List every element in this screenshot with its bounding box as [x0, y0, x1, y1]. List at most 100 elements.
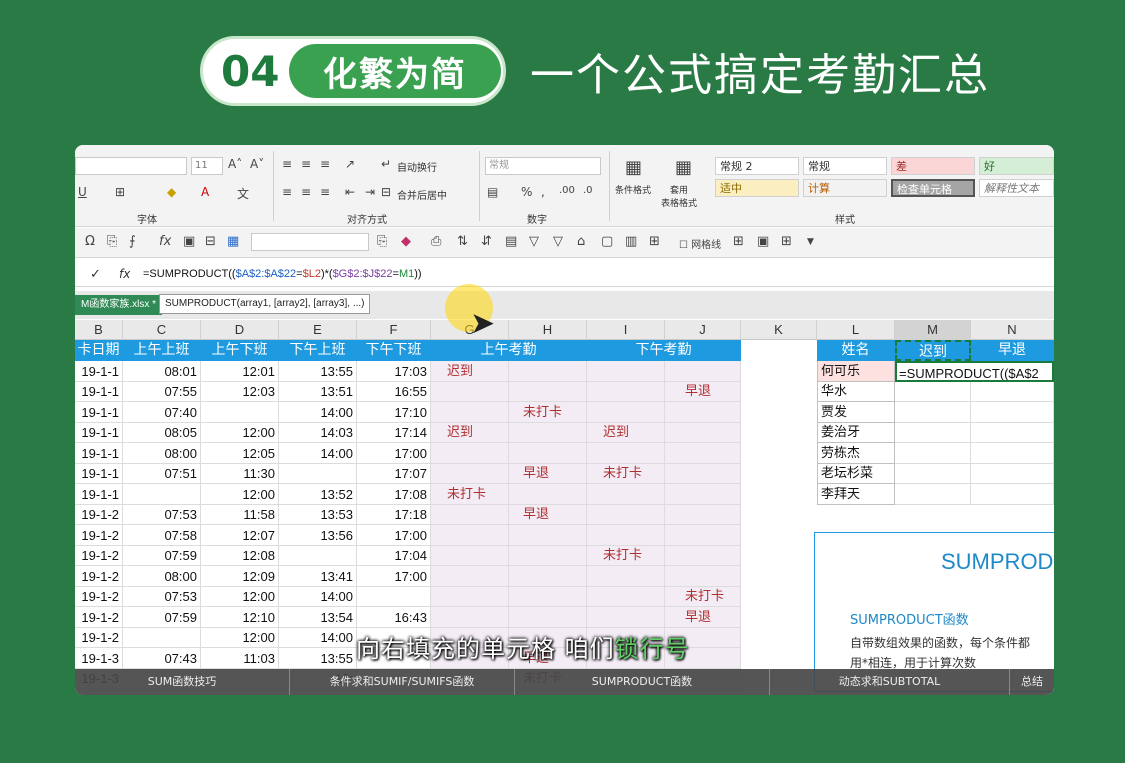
merge-icon[interactable]: ⊟ — [381, 185, 391, 199]
border-all-icon[interactable]: ⊞ — [733, 234, 744, 249]
time-cell[interactable]: 14:00 — [279, 442, 357, 464]
attendance-cell[interactable]: 早退 — [509, 463, 587, 484]
attendance-cell[interactable] — [665, 463, 741, 484]
time-cell[interactable]: 11:03 — [201, 647, 279, 669]
attendance-cell[interactable]: 迟到 — [587, 422, 665, 443]
time-cell[interactable]: 13:52 — [279, 483, 357, 505]
time-cell[interactable]: 07:53 — [123, 504, 201, 525]
time-cell[interactable]: 19-1-2 — [75, 545, 123, 566]
time-cell[interactable]: 12:00 — [201, 483, 279, 505]
attendance-cell[interactable] — [587, 504, 665, 525]
style-normal[interactable]: 常规 — [803, 157, 887, 175]
time-cell[interactable]: 17:00 — [357, 442, 431, 464]
time-cell[interactable]: 12:01 — [201, 360, 279, 382]
time-cell[interactable]: 08:00 — [123, 565, 201, 587]
time-cell[interactable]: 17:03 — [357, 360, 431, 382]
column-header[interactable]: K — [741, 320, 817, 340]
time-cell[interactable]: 14:00 — [279, 627, 357, 648]
attendance-cell[interactable]: 未打卡 — [587, 545, 665, 566]
time-cell[interactable]: 11:58 — [201, 504, 279, 525]
align-bottom-icon[interactable]: ≡ — [320, 157, 330, 171]
orientation-icon[interactable]: ↗ — [345, 157, 355, 171]
calendar-icon[interactable]: ▤ — [505, 234, 517, 249]
attendance-cell[interactable] — [431, 463, 509, 484]
header-pm-in[interactable]: 下午上班 — [279, 340, 357, 361]
attendance-cell[interactable] — [587, 606, 665, 628]
attendance-cell[interactable] — [509, 381, 587, 402]
attendance-cell[interactable]: 早退 — [509, 504, 587, 525]
attendance-cell[interactable] — [509, 545, 587, 566]
image-icon[interactable]: ▣ — [183, 234, 195, 249]
attendance-cell[interactable] — [665, 504, 741, 525]
attendance-cell[interactable] — [665, 401, 741, 423]
chapter-sumproduct[interactable]: SUMPRODUCT函数 — [515, 669, 770, 695]
time-cell[interactable]: 16:55 — [357, 381, 431, 402]
header-am-in[interactable]: 上午上班 — [123, 340, 201, 361]
underline-icon[interactable]: U — [78, 185, 87, 199]
currency-icon[interactable]: ▤ — [487, 185, 498, 199]
attendance-cell[interactable] — [431, 401, 509, 423]
attendance-cell[interactable] — [587, 586, 665, 607]
time-cell[interactable] — [357, 586, 431, 607]
attendance-cell[interactable] — [509, 606, 587, 628]
style-calculation[interactable]: 计算 — [803, 179, 887, 197]
time-cell[interactable]: 19-1-1 — [75, 360, 123, 382]
time-cell[interactable]: 13:55 — [279, 360, 357, 382]
header-late[interactable]: 迟到 — [895, 340, 971, 361]
early-leave-cell[interactable] — [971, 422, 1054, 443]
attendance-cell[interactable] — [431, 504, 509, 525]
time-cell[interactable] — [279, 545, 357, 566]
align-middle-icon[interactable]: ≡ — [301, 157, 311, 171]
time-cell[interactable] — [201, 401, 279, 423]
header-pm-out[interactable]: 下午下班 — [357, 340, 431, 361]
style-explanatory[interactable]: 解释性文本 — [979, 179, 1054, 197]
time-cell[interactable]: 19-1-2 — [75, 565, 123, 587]
time-cell[interactable]: 19-1-1 — [75, 381, 123, 402]
time-cell[interactable]: 13:51 — [279, 381, 357, 402]
workbook-tab[interactable]: M函数家族.xlsx * — [75, 295, 162, 315]
attendance-cell[interactable] — [431, 442, 509, 464]
attendance-cell[interactable] — [509, 442, 587, 464]
chapter-sum[interactable]: SUM函数技巧 — [75, 669, 290, 695]
table-icon[interactable]: ⊟ — [205, 234, 216, 249]
function-icon[interactable]: ⨍ — [129, 234, 136, 249]
comma-icon[interactable]: , — [541, 185, 545, 199]
column-header[interactable]: N — [971, 320, 1054, 340]
attendance-cell[interactable] — [587, 360, 665, 382]
header-am-out[interactable]: 上午下班 — [201, 340, 279, 361]
table-format-label[interactable]: 套用 表格格式 — [661, 183, 697, 209]
filter-advanced-icon[interactable]: ▽ — [553, 234, 563, 249]
early-leave-cell[interactable] — [971, 442, 1054, 464]
attendance-cell[interactable]: 未打卡 — [587, 463, 665, 484]
column-header[interactable]: J — [665, 320, 741, 340]
chart-icon[interactable]: ▥ — [625, 234, 637, 249]
attendance-cell[interactable]: 迟到 — [431, 360, 509, 382]
time-cell[interactable] — [279, 463, 357, 484]
header-pm-attendance[interactable]: 下午考勤 — [587, 340, 741, 361]
fx-icon[interactable]: fx — [159, 234, 171, 249]
name-dropdown[interactable] — [251, 233, 369, 251]
time-cell[interactable]: 13:56 — [279, 524, 357, 546]
time-cell[interactable]: 08:01 — [123, 360, 201, 382]
border-thick-icon[interactable]: ▣ — [757, 234, 769, 249]
attendance-cell[interactable] — [431, 586, 509, 607]
time-cell[interactable]: 17:08 — [357, 483, 431, 505]
time-cell[interactable]: 13:41 — [279, 565, 357, 587]
time-cell[interactable]: 19-1-1 — [75, 442, 123, 464]
attendance-cell[interactable] — [665, 545, 741, 566]
attendance-cell[interactable] — [509, 483, 587, 505]
column-header[interactable]: H — [509, 320, 587, 340]
attendance-cell[interactable] — [587, 401, 665, 423]
name-cell[interactable]: 何可乐 — [817, 360, 895, 382]
attendance-cell[interactable] — [431, 545, 509, 566]
gridlines-toggle[interactable]: ☐ 网格线 — [679, 236, 721, 251]
late-cell[interactable] — [895, 381, 971, 402]
insert-function-icon[interactable]: fx — [119, 267, 130, 281]
time-cell[interactable]: 19-1-1 — [75, 422, 123, 443]
column-header[interactable]: C — [123, 320, 201, 340]
attendance-cell[interactable] — [665, 360, 741, 382]
time-cell[interactable]: 12:09 — [201, 565, 279, 587]
frame-icon[interactable]: ▢ — [601, 234, 613, 249]
time-cell[interactable]: 19-1-2 — [75, 627, 123, 648]
formula-text[interactable]: =SUMPRODUCT(($A$2:$A$22=$L2)*($G$2:$J$22… — [143, 268, 422, 280]
